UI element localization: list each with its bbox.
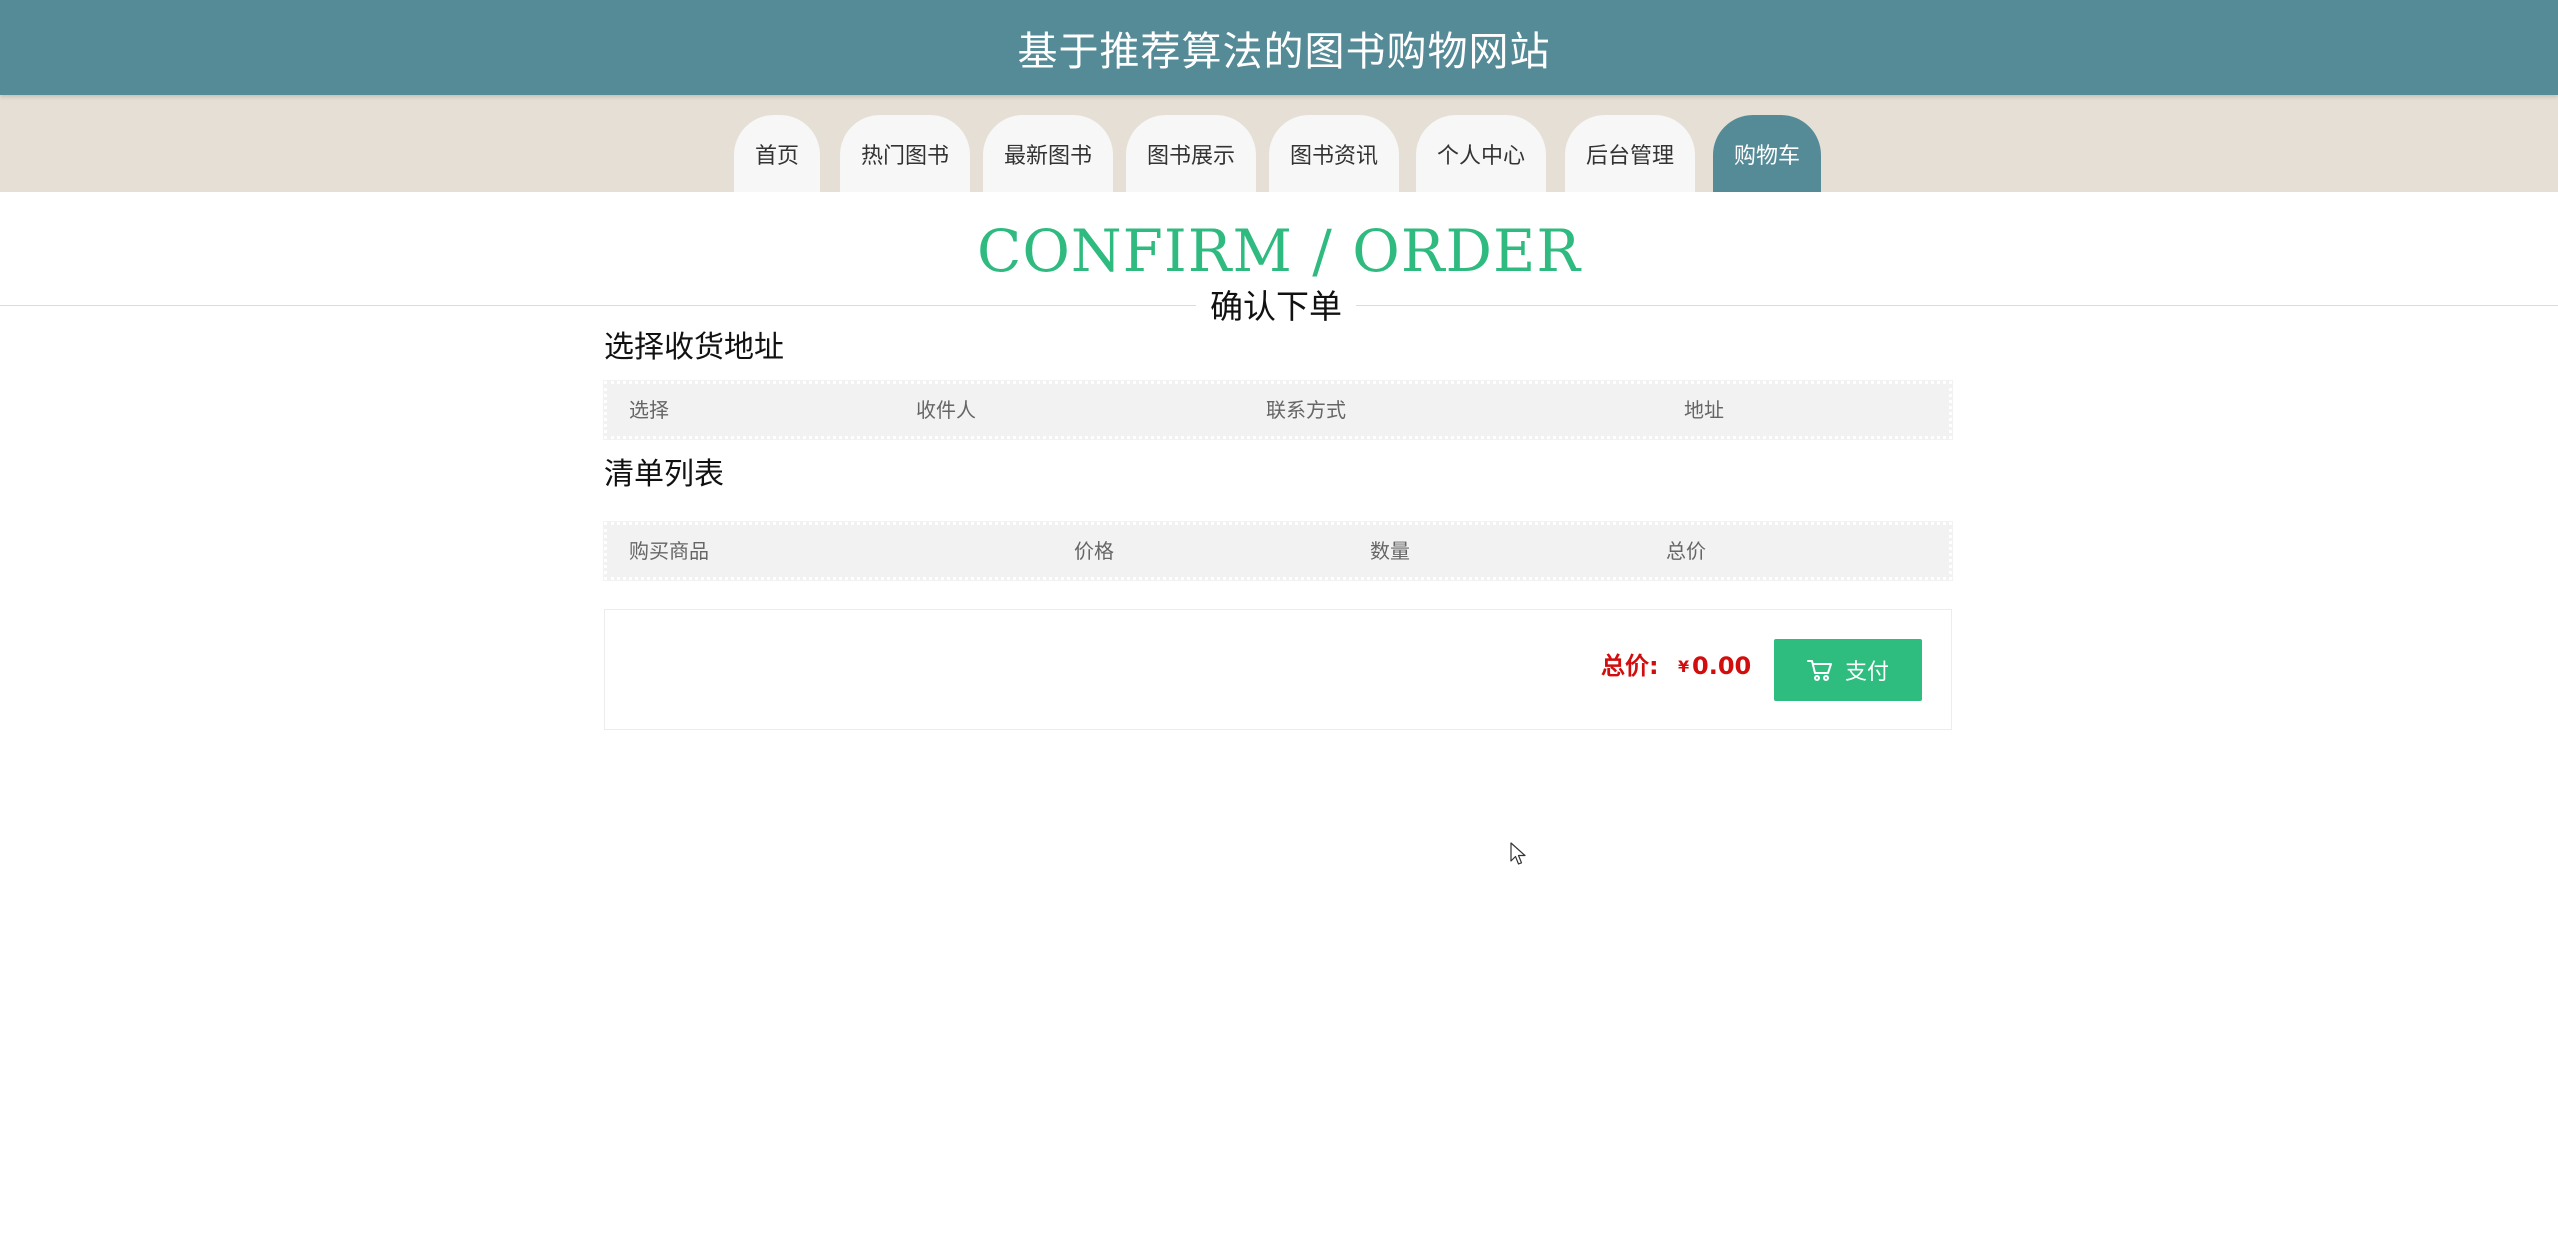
pay-button[interactable]: 支付 (1774, 639, 1922, 701)
order-summary: 总价: ¥ 0.00 支付 (604, 609, 1952, 730)
main-nav: 首页 热门图书 最新图书 图书展示 图书资讯 个人中心 后台管理 购物车 (0, 95, 2558, 192)
currency-symbol: ¥ (1678, 657, 1690, 676)
page-title-en: CONFIRM / ORDER (976, 217, 1582, 285)
order-section-title: 清单列表 (604, 457, 724, 492)
page-title-cn: 确认下单 (1196, 285, 1356, 329)
mouse-cursor-icon (1510, 842, 1526, 865)
nav-item-admin[interactable]: 后台管理 (1565, 115, 1695, 192)
total-label: 总价: (1601, 652, 1659, 680)
address-col-recipient: 收件人 (916, 398, 976, 422)
nav-item-home[interactable]: 首页 (734, 115, 820, 192)
address-col-select: 选择 (629, 398, 669, 422)
cart-icon (1806, 660, 1832, 681)
order-col-price: 价格 (1074, 539, 1114, 563)
order-col-quantity: 数量 (1370, 539, 1410, 563)
total-amount: 0.00 (1692, 652, 1752, 680)
order-table-header: 购买商品 价格 数量 总价 (604, 522, 1952, 580)
nav-item-hot-books[interactable]: 热门图书 (840, 115, 970, 192)
nav-item-user-center[interactable]: 个人中心 (1416, 115, 1546, 192)
nav-item-new-books[interactable]: 最新图书 (983, 115, 1113, 192)
nav-item-cart[interactable]: 购物车 (1713, 115, 1821, 192)
site-title: 基于推荐算法的图书购物网站 (1017, 28, 1551, 75)
order-col-subtotal: 总价 (1666, 539, 1706, 563)
address-section-title: 选择收货地址 (604, 330, 784, 365)
address-table-header: 选择 收件人 联系方式 地址 (604, 381, 1952, 439)
site-header: 基于推荐算法的图书购物网站 (0, 0, 2558, 95)
address-col-address: 地址 (1684, 398, 1724, 422)
pay-button-label: 支付 (1844, 660, 1889, 685)
order-col-product: 购买商品 (629, 539, 709, 563)
nav-item-book-display[interactable]: 图书展示 (1126, 115, 1256, 192)
nav-item-book-news[interactable]: 图书资讯 (1269, 115, 1399, 192)
address-col-contact: 联系方式 (1266, 398, 1346, 422)
